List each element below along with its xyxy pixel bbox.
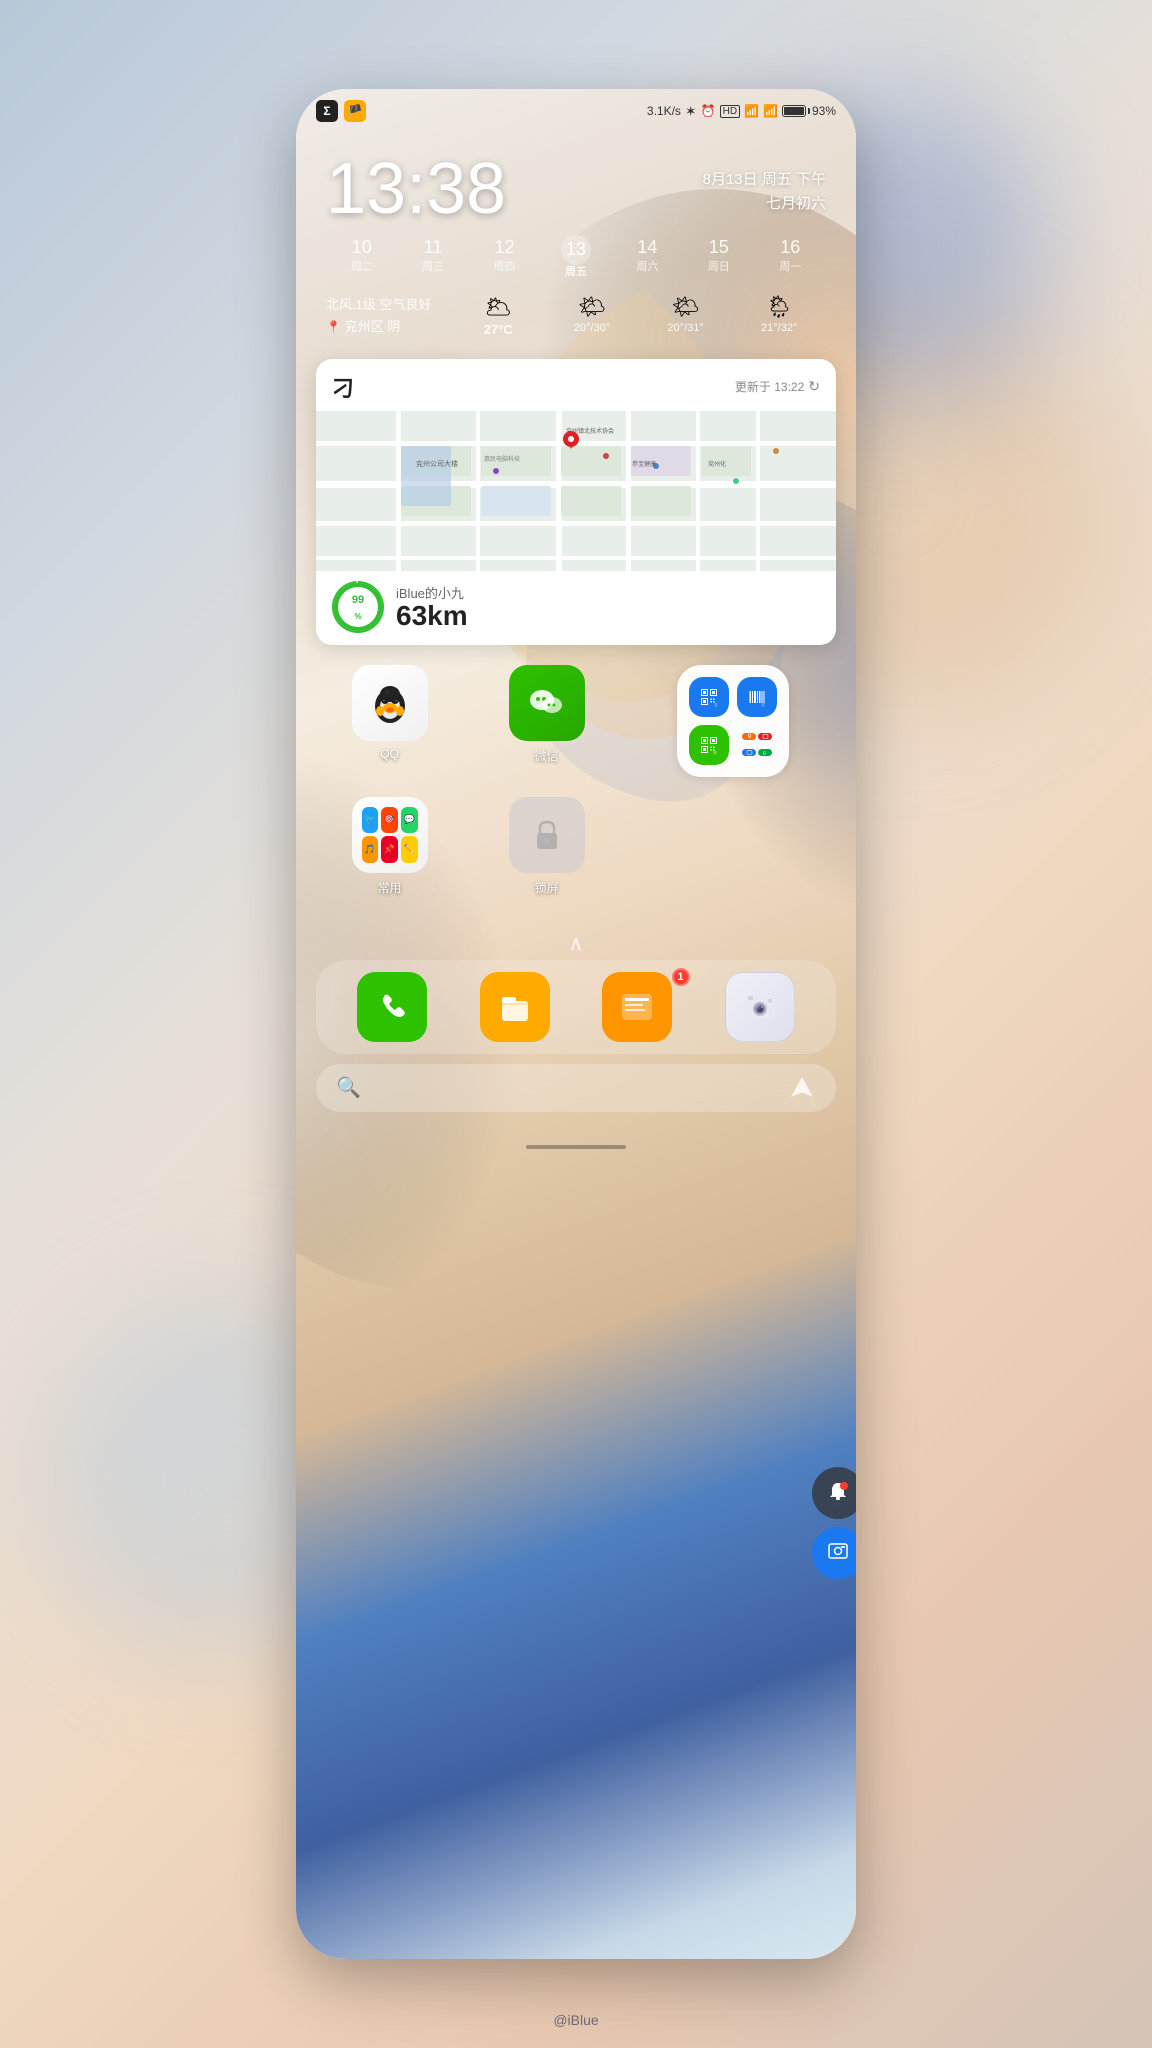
svg-text:支: 支: [761, 701, 765, 707]
scan-multi-icon: G: [737, 725, 777, 765]
status-right-icons: 3.1K/s ✶ ⏰ HD 📶 📶 93%: [647, 103, 836, 120]
weather-day3: 🌤 20°/31°: [639, 294, 733, 337]
signal-icon: 📶: [744, 104, 759, 118]
map-header: 刁 更新于 13:22 ↻: [316, 359, 836, 411]
cal-day-mon1: 16 周一: [755, 235, 826, 280]
cal-day-sat6: 14 周六: [612, 235, 683, 280]
map-area: 兖州公司大楼 惠民电脑科技 兖州镇北技术协会 参宝健康 兖州化: [316, 411, 836, 571]
app-scan-folder[interactable]: 支: [630, 665, 836, 777]
weather-info: 北风,1级 空气良好 📍 兖州区 阴: [326, 294, 431, 338]
apps-grid: QQ 微信: [296, 655, 856, 927]
status-left-icons: Σ 🏴: [316, 100, 366, 122]
lockscreen-icon: [509, 797, 585, 873]
scan-qr-icon: 支: [689, 677, 729, 717]
weather-today: 🌥 27°C: [451, 294, 545, 337]
map-progress-ring: 99 %: [332, 581, 384, 633]
clock-date: 8月13日 周五 下午 七月初六: [703, 153, 826, 216]
notification-button[interactable]: [812, 1467, 856, 1519]
cal-day-sun7: 15 周日: [683, 235, 754, 280]
dock-app-files[interactable]: [459, 972, 572, 1042]
files-icon: [480, 972, 550, 1042]
lockscreen-label: 锁屏: [535, 879, 559, 896]
app-changeyong[interactable]: 🐦 🎯 💬 🎵 📌 ✏️ 常用: [316, 797, 463, 896]
watermark: @iBlue: [553, 2012, 598, 2028]
search-icon-wrap: 🔍: [336, 1075, 788, 1100]
scan-barcode-icon: 支: [737, 677, 777, 717]
cal-day-mon2: 10 周二: [326, 235, 397, 280]
bluetooth-icon: ✶: [685, 103, 697, 120]
home-nav-icon[interactable]: [788, 1074, 816, 1102]
apps-row-2: 🐦 🎯 💬 🎵 📌 ✏️ 常用: [316, 797, 836, 917]
dock-row: 1: [316, 960, 836, 1054]
cal-day-tue3: 11 周三: [397, 235, 468, 280]
wechat-icon: [509, 665, 585, 741]
cal-day-today: 13 周五: [540, 235, 611, 280]
weather-row: 北风,1级 空气良好 📍 兖州区 阴 🌥 27°C 🌤 20°/30° 🌤 2: [296, 280, 856, 348]
map-refresh[interactable]: 更新于 13:22 ↻: [735, 378, 820, 395]
svg-text:G: G: [762, 750, 765, 755]
app-lockscreen[interactable]: 锁屏: [473, 797, 620, 896]
home-bar-line: [526, 1145, 626, 1149]
map-distance: 63km: [396, 602, 468, 630]
svg-text:惠民电脑科技: 惠民电脑科技: [484, 455, 520, 463]
svg-text:兖州镇北技术协会: 兖州镇北技术协会: [566, 427, 614, 435]
network-speed: 3.1K/s: [647, 104, 681, 118]
weather-forecast: 🌥 27°C 🌤 20°/30° 🌤 20°/31° 🌦 21°/32°: [451, 294, 826, 337]
wind-info: 北风,1级 空气良好: [326, 294, 431, 316]
changeyong-icon: 🐦 🎯 💬 🎵 📌 ✏️: [352, 797, 428, 873]
app-qq[interactable]: QQ: [316, 665, 463, 761]
phone-icon: [357, 972, 427, 1042]
date-line1: 8月13日 周五 下午: [703, 168, 826, 192]
sigma-icon: Σ: [316, 100, 338, 122]
svg-text:参宝健康: 参宝健康: [632, 460, 656, 468]
marquee-badge: 1: [672, 968, 690, 986]
scan-wechat-icon: 微: [689, 725, 729, 765]
qq-label: QQ: [380, 747, 399, 761]
map-info: iBlue的小九 63km: [396, 583, 468, 630]
svg-text:兖州公司大楼: 兖州公司大楼: [416, 459, 458, 468]
app-wechat[interactable]: 微信: [473, 665, 620, 764]
dock-app-marquee[interactable]: 1: [581, 972, 694, 1042]
map-widget[interactable]: 刁 更新于 13:22 ↻: [316, 359, 836, 645]
dock-app-phone[interactable]: [336, 972, 449, 1042]
flag-icon: 🏴: [344, 100, 366, 122]
nav-icon-wrap: [788, 1074, 816, 1102]
float-buttons: [812, 1467, 856, 1579]
map-footer: 99 % iBlue的小九 63km: [316, 571, 836, 645]
location-info: 📍 兖州区 阴: [326, 316, 431, 338]
svg-text:兖州化: 兖州化: [708, 460, 726, 468]
location-text: 兖州区 阴: [345, 319, 401, 334]
search-bar[interactable]: 🔍: [316, 1064, 836, 1112]
home-bar: [296, 1128, 856, 1166]
hd-icon: HD: [720, 105, 740, 118]
scan-folder-icon: 支: [677, 665, 789, 777]
cal-day-wed4: 12 周四: [469, 235, 540, 280]
clock-time: 13:38: [326, 153, 506, 225]
weather-day4: 🌦 21°/32°: [732, 294, 826, 337]
wifi-icon: 📶: [763, 104, 778, 118]
apps-row-1: QQ 微信: [316, 665, 836, 777]
changeyong-label: 常用: [378, 879, 402, 896]
screenshot-button[interactable]: [812, 1527, 856, 1579]
date-line2: 七月初六: [703, 192, 826, 216]
calendar-strip: 10 周二 11 周三 12 周四 13 周五 14 周六 15 周日: [296, 235, 856, 280]
svg-text:支: 支: [714, 701, 718, 707]
search-icon[interactable]: 🔍: [336, 1075, 361, 1100]
refresh-icon[interactable]: ↻: [808, 378, 820, 395]
clock-area: 13:38 8月13日 周五 下午 七月初六: [296, 133, 856, 235]
marquee-icon: [602, 972, 672, 1042]
qq-icon: [352, 665, 428, 741]
alarm-icon: ⏰: [701, 104, 716, 118]
svg-text:微: 微: [713, 749, 717, 755]
weather-day2: 🌤 20°/30°: [545, 294, 639, 337]
wechat-label: 微信: [535, 747, 559, 764]
map-logo: 刁: [332, 371, 354, 403]
phone-content: Σ 🏴 3.1K/s ✶ ⏰ HD 📶 📶 93% 13:38 8: [296, 89, 856, 1959]
dock-app-camera[interactable]: [704, 972, 817, 1042]
dock-chevron: ∧: [296, 927, 856, 960]
camera-icon: [725, 972, 795, 1042]
battery-indicator: 93%: [782, 104, 836, 118]
phone-frame: Σ 🏴 3.1K/s ✶ ⏰ HD 📶 📶 93% 13:38 8: [296, 89, 856, 1959]
status-bar: Σ 🏴 3.1K/s ✶ ⏰ HD 📶 📶 93%: [296, 89, 856, 133]
